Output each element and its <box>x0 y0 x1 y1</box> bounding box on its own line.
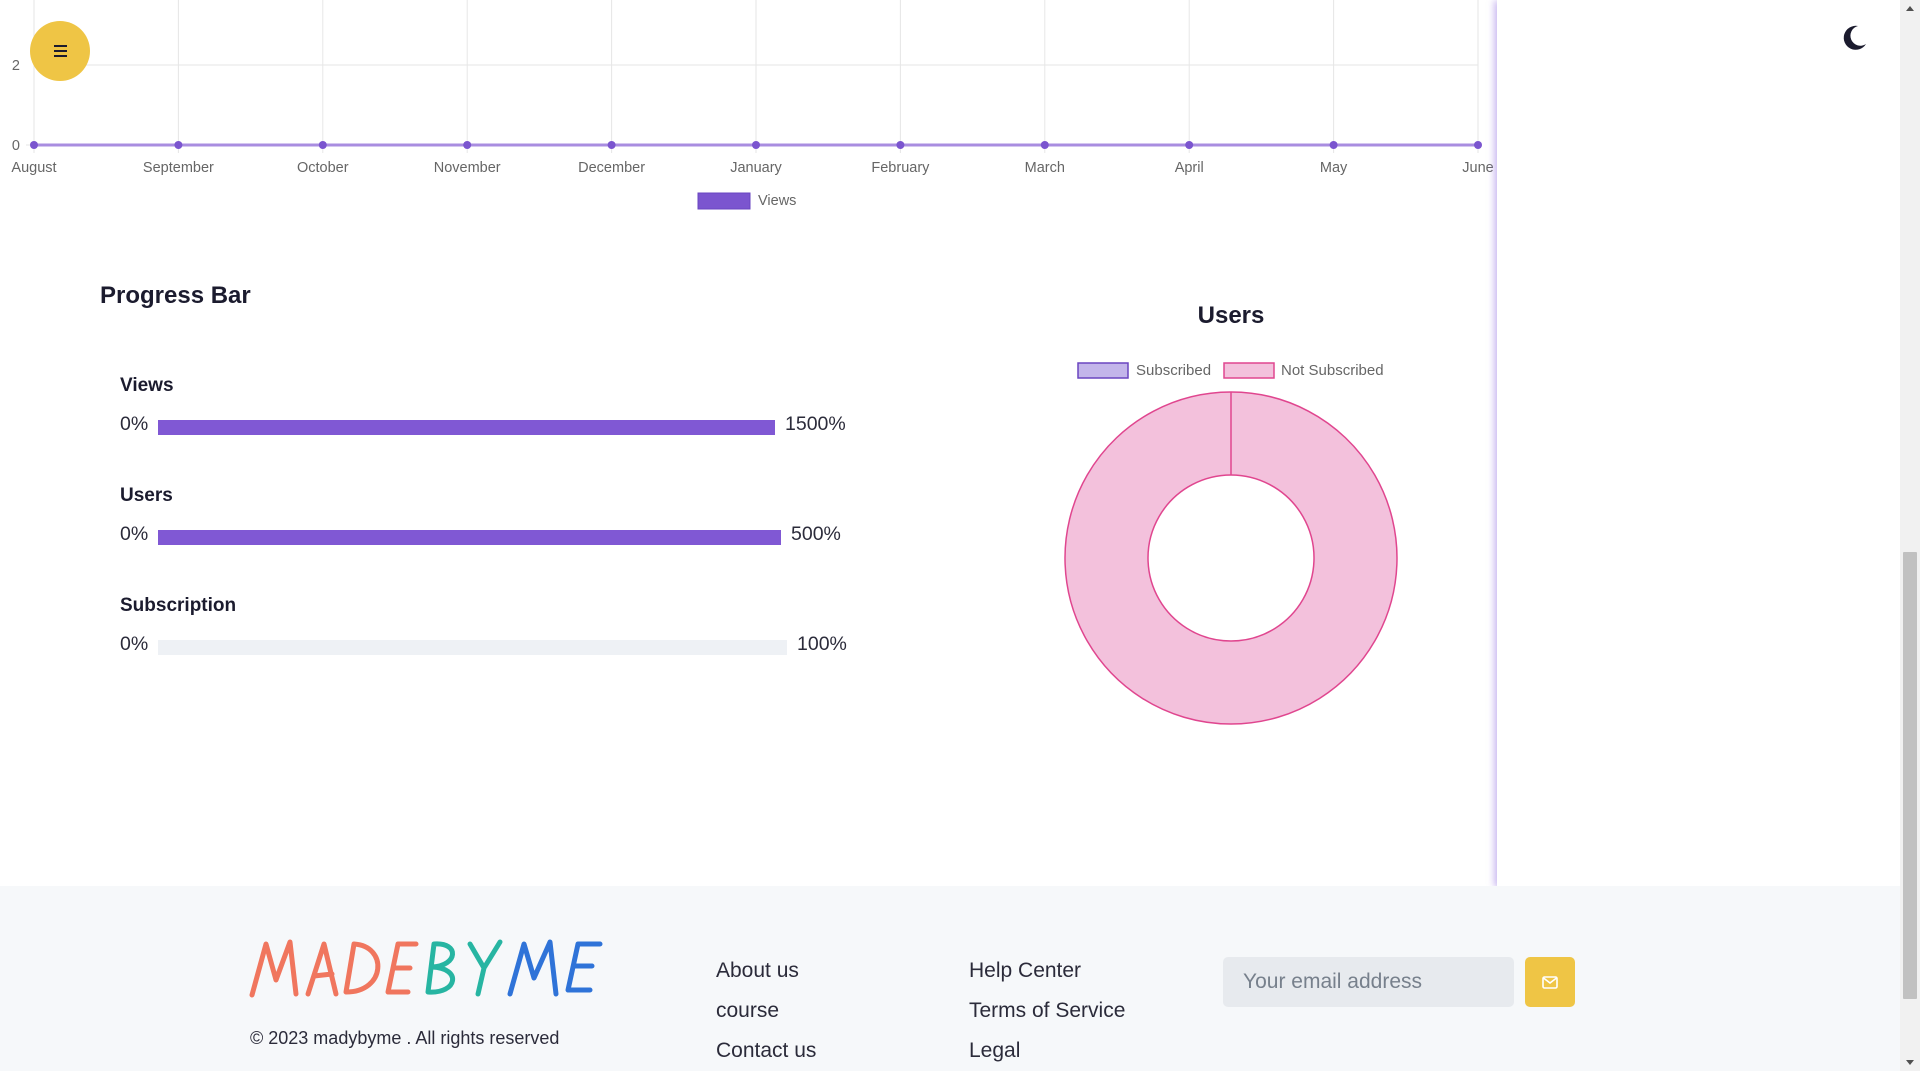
x-tick-label: September <box>143 160 214 176</box>
legend-label-views: Views <box>758 193 796 209</box>
progress-min: 0% <box>120 523 149 545</box>
y-tick-labels: 02 <box>12 58 20 154</box>
x-tick-label: May <box>1320 160 1348 176</box>
progress-label: Users <box>120 485 173 506</box>
progress-fill <box>158 420 775 435</box>
vertical-scrollbar[interactable] <box>1900 0 1920 1071</box>
data-point[interactable] <box>30 141 38 149</box>
data-point[interactable] <box>174 141 183 149</box>
chart-grid <box>26 0 1479 153</box>
progress-max: 500% <box>791 523 841 545</box>
progress-item-users: Users 0% 500% <box>120 485 850 545</box>
scroll-up-arrow-icon[interactable] <box>1900 0 1920 18</box>
series-views <box>30 141 1482 149</box>
x-tick-label: January <box>730 160 782 176</box>
madebyme-logo[interactable] <box>248 930 648 1010</box>
footer-link-help-center[interactable]: Help Center <box>969 959 1081 983</box>
data-point[interactable] <box>1185 141 1194 149</box>
data-point[interactable] <box>1040 141 1049 149</box>
legend-label-not-subscribed: Not Subscribed <box>1281 362 1384 379</box>
footer-link-terms-of-service[interactable]: Terms of Service <box>969 999 1125 1023</box>
menu-icon <box>53 45 67 57</box>
x-tick-label: August <box>11 160 56 176</box>
views-line-chart: 02 August September October November Decembe… <box>11 0 1494 210</box>
scrollbar-thumb[interactable] <box>1903 552 1917 999</box>
data-point[interactable] <box>463 141 472 149</box>
x-tick-label: December <box>578 160 645 176</box>
y-tick-label: 2 <box>12 58 20 74</box>
chart-legend[interactable]: Views <box>697 192 796 210</box>
users-doughnut-chart: Subscribed Not Subscribed <box>1064 362 1398 725</box>
right-panel <box>1497 0 1900 886</box>
progress-min: 0% <box>120 633 149 655</box>
footer-link-course[interactable]: course <box>716 999 779 1023</box>
footer: © 2023 madybyme . All rights reserved Ab… <box>0 886 1900 1071</box>
donut-legend[interactable]: Subscribed Not Subscribed <box>1077 362 1384 379</box>
footer-link-about-us[interactable]: About us <box>716 959 799 983</box>
progress-track <box>158 530 781 545</box>
x-tick-label: June <box>1462 160 1493 176</box>
main-content: 02 August September October November Decembe… <box>0 0 1497 886</box>
subscribe-button[interactable] <box>1525 957 1575 1007</box>
menu-button[interactable] <box>30 21 90 81</box>
progress-title: Progress Bar <box>100 282 251 309</box>
progress-item-subscription: Subscription 0% 100% <box>120 595 850 655</box>
legend-swatch-views <box>697 192 751 210</box>
donut-title: Users <box>1197 302 1265 329</box>
x-tick-label: February <box>871 160 930 176</box>
legend-swatch-not-subscribed <box>1223 362 1275 379</box>
legend-label-subscribed: Subscribed <box>1136 362 1211 379</box>
progress-max: 100% <box>797 633 847 655</box>
footer-link-contact-us[interactable]: Contact us <box>716 1039 816 1063</box>
progress-label: Views <box>120 375 174 396</box>
copyright-text: © 2023 madybyme . All rights reserved <box>250 1028 560 1048</box>
data-point[interactable] <box>607 141 616 149</box>
progress-max: 1500% <box>785 413 846 435</box>
progress-item-views: Views 0% 1500% <box>120 375 850 435</box>
email-field[interactable] <box>1223 957 1514 1007</box>
donut-slices <box>1064 391 1398 725</box>
mail-icon <box>1542 975 1558 989</box>
data-point[interactable] <box>752 141 760 149</box>
data-point[interactable] <box>1329 141 1338 149</box>
data-point[interactable] <box>1474 141 1482 149</box>
progress-track <box>158 420 775 435</box>
x-tick-label: April <box>1175 160 1204 176</box>
data-point[interactable] <box>318 141 327 149</box>
progress-fill <box>158 530 781 545</box>
data-point[interactable] <box>896 141 905 149</box>
progress-track <box>158 640 787 655</box>
y-tick-label: 0 <box>12 138 20 154</box>
x-tick-label: November <box>434 160 501 176</box>
progress-min: 0% <box>120 413 149 435</box>
footer-link-legal[interactable]: Legal <box>969 1039 1020 1063</box>
x-tick-label: October <box>297 160 349 176</box>
legend-swatch-subscribed <box>1077 362 1129 379</box>
progress-label: Subscription <box>120 595 237 616</box>
moon-icon[interactable] <box>1838 22 1870 54</box>
page: 02 August September October November Decembe… <box>0 0 1920 1071</box>
x-tick-label: March <box>1025 160 1065 176</box>
x-tick-labels: August September October November December Ja… <box>11 160 1493 176</box>
scroll-down-arrow-icon[interactable] <box>1900 1053 1920 1071</box>
